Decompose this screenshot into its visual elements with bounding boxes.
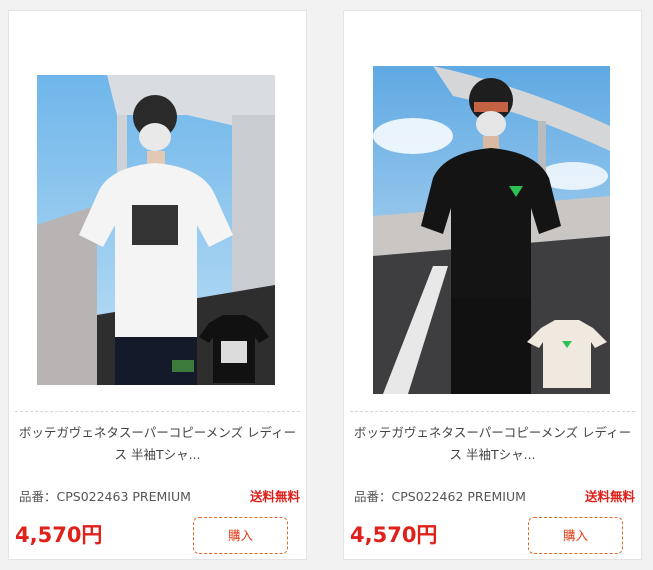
divider <box>350 411 635 412</box>
product-image[interactable] <box>373 66 610 394</box>
divider <box>15 411 300 412</box>
product-photo-white-tshirt-icon <box>37 75 275 385</box>
product-card[interactable]: ボッテガヴェネタスーパーコピーメンズ レディース 半袖Tシャ... 品番：CPS… <box>8 10 307 560</box>
free-shipping-badge: 送料無料 <box>584 489 635 504</box>
free-shipping-badge: 送料無料 <box>249 489 300 504</box>
product-card[interactable]: ボッテガヴェネタスーパーコピーメンズ レディース 半袖Tシャ... 品番：CPS… <box>343 10 642 560</box>
product-photo-black-tshirt-icon <box>373 66 610 394</box>
product-grid: ボッテガヴェネタスーパーコピーメンズ レディース 半袖Tシャ... 品番：CPS… <box>0 0 653 570</box>
product-code: 品番：CPS022463 PREMIUM <box>19 489 191 504</box>
product-price: 4,570円 <box>350 523 438 547</box>
buy-button[interactable]: 購入 <box>528 517 623 554</box>
product-title[interactable]: ボッテガヴェネタスーパーコピーメンズ レディース 半袖Tシャ... <box>352 422 633 466</box>
product-image[interactable] <box>37 75 275 385</box>
product-code: 品番：CPS022462 PREMIUM <box>354 489 526 504</box>
buy-button[interactable]: 購入 <box>193 517 288 554</box>
product-price: 4,570円 <box>15 523 103 547</box>
product-title[interactable]: ボッテガヴェネタスーパーコピーメンズ レディース 半袖Tシャ... <box>17 422 298 466</box>
